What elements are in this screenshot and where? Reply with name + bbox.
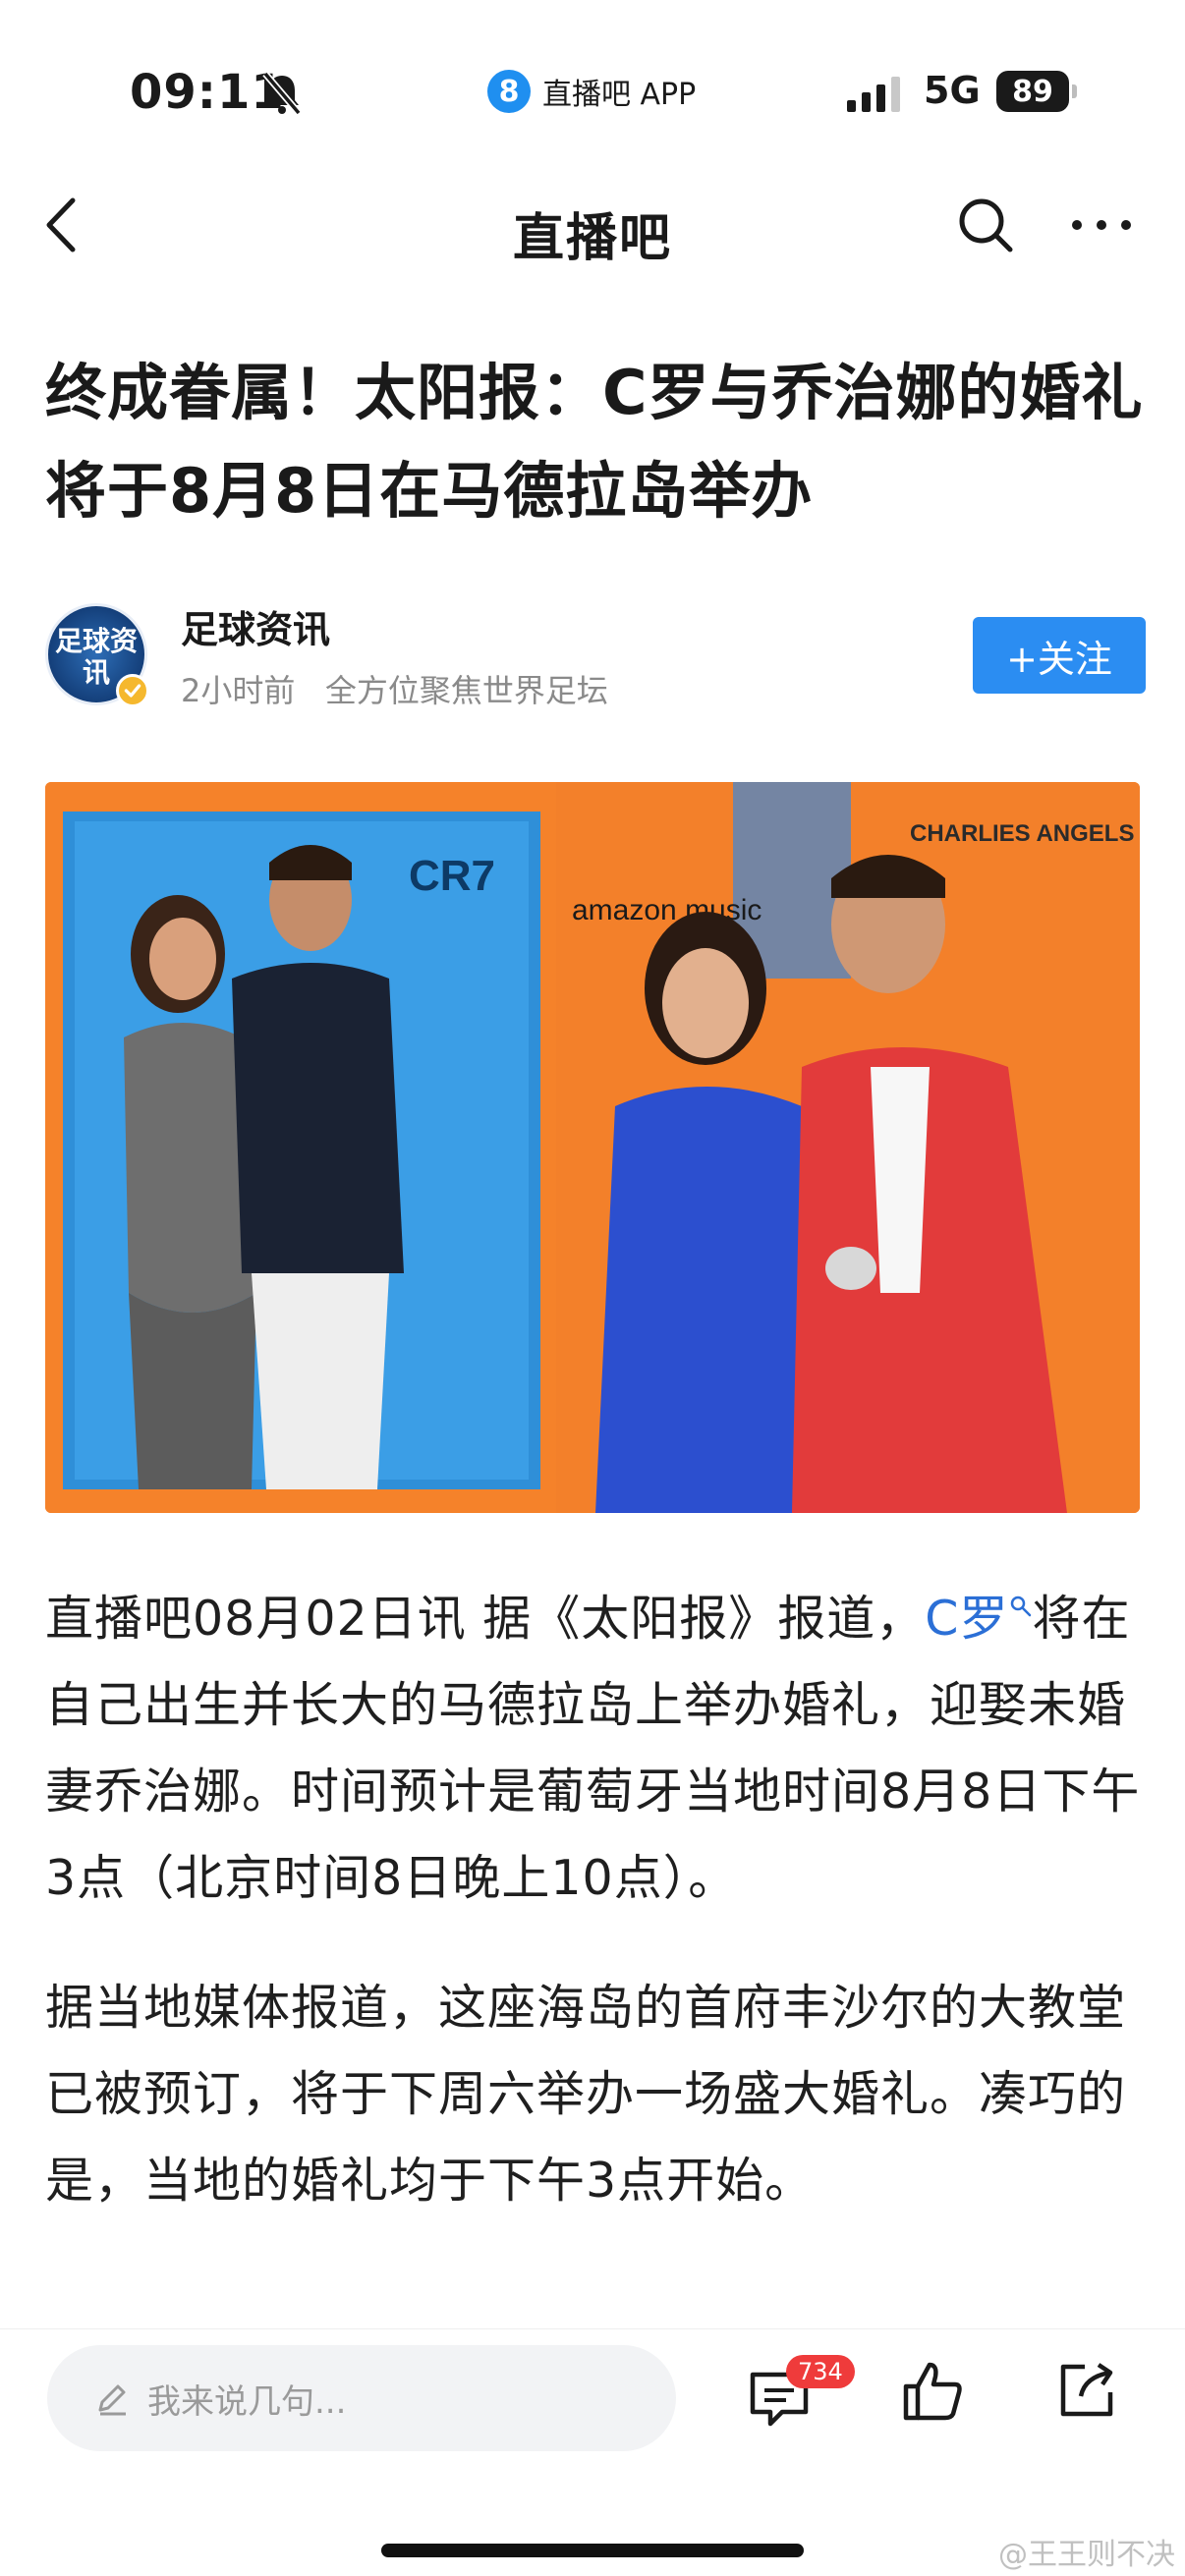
author-row: 足球资讯 足球资讯 2小时前 全方位聚焦世界足坛 +关注 bbox=[45, 599, 1146, 717]
source-app-name: 直播吧 APP bbox=[542, 78, 697, 112]
comment-count-badge: 734 bbox=[786, 2355, 855, 2388]
verified-badge-icon bbox=[116, 674, 149, 707]
bottom-action-bar: 我来说几句... 734 @王王则不决 bbox=[0, 2328, 1185, 2576]
status-bar: 09:11 8 直播吧 APP 5G 89 bbox=[0, 0, 1185, 187]
comment-placeholder: 我来说几句... bbox=[147, 2381, 347, 2422]
source-app-indicator[interactable]: 8 直播吧 APP bbox=[487, 67, 696, 116]
article-paragraph: 据当地媒体报道，这座海岛的首府丰沙尔的大教堂已被预订，将于下周六举办一场盛大婚礼… bbox=[45, 1980, 1127, 2209]
app-logo-icon: 8 bbox=[487, 70, 531, 113]
article-headline: 终成眷属！太阳报：C罗与乔治娜的婚礼将于8月8日在马德拉岛举办 bbox=[45, 357, 1144, 527]
cr7-backdrop-logo: CR7 bbox=[409, 852, 495, 900]
author-tagline: 全方位聚焦世界足坛 bbox=[324, 672, 608, 709]
cellular-signal-icon bbox=[847, 77, 900, 112]
follow-button[interactable]: +关注 bbox=[973, 617, 1146, 694]
author-name[interactable]: 足球资讯 bbox=[181, 599, 330, 653]
charlies-angels-backdrop-logo: CHARLIES ANGELS bbox=[910, 820, 1134, 847]
mute-bell-icon bbox=[262, 71, 302, 116]
link-search-icon[interactable] bbox=[1009, 1595, 1033, 1618]
article-paragraph: 直播吧08月02日讯 据《太阳报》报道，C罗 将在自己出生并长大的马德拉岛上举办婚… bbox=[45, 1591, 1141, 1906]
home-indicator[interactable] bbox=[381, 2544, 804, 2557]
weibo-watermark: @王王则不决 bbox=[998, 2538, 1175, 2572]
share-icon[interactable] bbox=[1055, 2359, 1118, 2422]
search-icon[interactable] bbox=[955, 195, 1016, 255]
pencil-icon bbox=[98, 2384, 126, 2416]
post-time: 2小时前 bbox=[181, 672, 296, 709]
author-meta: 2小时前 全方位聚焦世界足坛 bbox=[181, 666, 608, 711]
comment-input[interactable]: 我来说几句... bbox=[47, 2345, 676, 2451]
article-hero-image[interactable]: CR7 amazon music CHARLIES ANGELS bbox=[45, 782, 1140, 1513]
like-thumb-icon[interactable] bbox=[900, 2359, 965, 2424]
more-options-icon[interactable] bbox=[1067, 195, 1136, 255]
hero-photo: CR7 amazon music CHARLIES ANGELS bbox=[45, 782, 1140, 1513]
battery-indicator: 89 bbox=[996, 71, 1077, 112]
player-link[interactable]: C罗 bbox=[925, 1591, 1008, 1647]
article-body: 直播吧08月02日讯 据《太阳报》报道，C罗 将在自己出生并长大的马德拉岛上举办婚… bbox=[45, 1576, 1146, 2268]
network-type: 5G bbox=[924, 69, 981, 112]
nav-bar: 直播吧 bbox=[0, 167, 1185, 285]
